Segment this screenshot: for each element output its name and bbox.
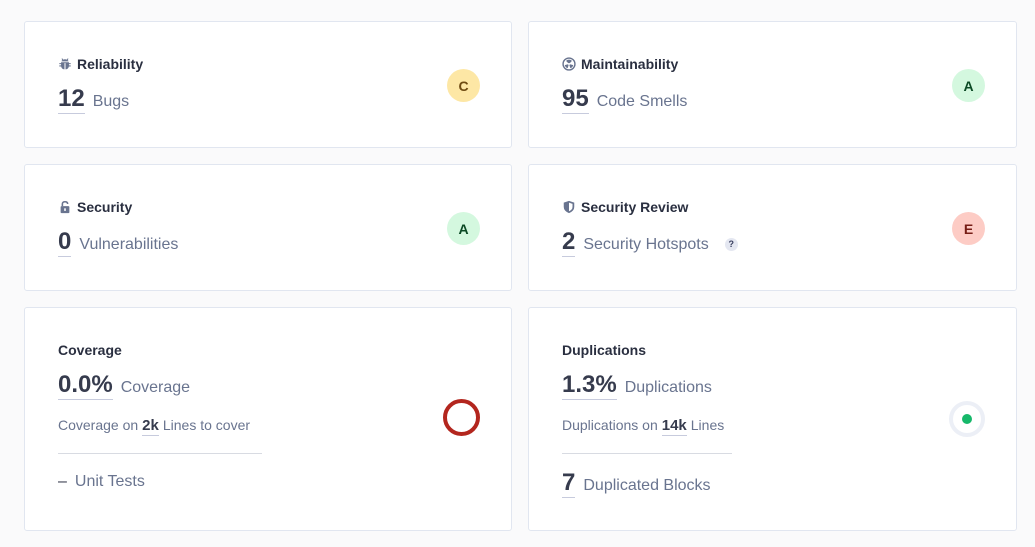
security-rating-badge[interactable]: A bbox=[447, 212, 480, 245]
security-metric: 0 Vulnerabilities bbox=[58, 229, 178, 259]
vulnerabilities-label: Vulnerabilities bbox=[79, 236, 179, 253]
duplications-indicator-dot bbox=[962, 414, 972, 424]
code-smells-count-link[interactable]: 95 bbox=[562, 86, 589, 114]
lock-icon bbox=[58, 200, 72, 214]
duplicated-blocks-count-link[interactable]: 7 bbox=[562, 470, 576, 498]
help-icon[interactable]: ? bbox=[724, 237, 738, 251]
duplications-title: Duplications bbox=[562, 342, 647, 358]
bugs-label: Bugs bbox=[92, 93, 130, 110]
reliability-rating-badge[interactable]: C bbox=[447, 69, 480, 102]
maintainability-title: Maintainability bbox=[562, 56, 678, 72]
coverage-percent-link[interactable]: 0.0% bbox=[58, 372, 113, 400]
shield-icon bbox=[562, 200, 576, 214]
security-review-metric: 2 Security Hotspots ? bbox=[562, 229, 738, 259]
duplications-label: Duplications bbox=[624, 379, 712, 396]
coverage-card: Coverage 0.0% Coverage Coverage on 2k Li… bbox=[24, 307, 512, 531]
security-review-card: Security Review 2 Security Hotspots ? E bbox=[528, 164, 1017, 291]
coverage-lines: Coverage on 2k Lines to cover bbox=[58, 417, 251, 436]
bugs-count-link[interactable]: 12 bbox=[58, 86, 85, 114]
unit-tests: – Unit Tests bbox=[58, 473, 145, 490]
coverage-title: Coverage bbox=[58, 342, 122, 358]
duplications-indicator-icon bbox=[949, 401, 985, 437]
duplications-lines: Duplications on 14k Lines bbox=[562, 417, 725, 436]
bug-icon bbox=[58, 57, 72, 71]
security-card: Security 0 Vulnerabilities A bbox=[24, 164, 512, 291]
duplications-card: Duplications 1.3% Duplications Duplicati… bbox=[528, 307, 1017, 531]
maintainability-rating-badge[interactable]: A bbox=[952, 69, 985, 102]
reliability-title: Reliability bbox=[58, 56, 143, 72]
divider bbox=[58, 453, 262, 454]
reliability-metric: 12 Bugs bbox=[58, 86, 129, 116]
coverage-metric: 0.0% Coverage bbox=[58, 372, 190, 402]
coverage-indicator-icon bbox=[443, 399, 480, 436]
lines-link[interactable]: 14k bbox=[661, 417, 687, 436]
security-title: Security bbox=[58, 199, 132, 215]
maintainability-metric: 95 Code Smells bbox=[562, 86, 687, 116]
security-review-title: Security Review bbox=[562, 199, 688, 215]
security-review-rating-badge[interactable]: E bbox=[952, 212, 985, 245]
code-smell-icon bbox=[562, 57, 576, 71]
duplications-metric: 1.3% Duplications bbox=[562, 372, 712, 402]
vulnerabilities-count-link[interactable]: 0 bbox=[58, 229, 72, 257]
duplications-percent-link[interactable]: 1.3% bbox=[562, 372, 617, 400]
duplicated-blocks-metric: 7 Duplicated Blocks bbox=[562, 470, 711, 498]
maintainability-card: Maintainability 95 Code Smells A bbox=[528, 21, 1017, 148]
security-hotspots-label: Security Hotspots bbox=[583, 236, 709, 253]
coverage-label: Coverage bbox=[120, 379, 191, 396]
reliability-card: Reliability 12 Bugs C bbox=[24, 21, 512, 148]
security-hotspots-count-link[interactable]: 2 bbox=[562, 229, 576, 257]
divider bbox=[562, 453, 732, 454]
lines-to-cover-link[interactable]: 2k bbox=[142, 417, 159, 436]
duplicated-blocks-label: Duplicated Blocks bbox=[583, 477, 711, 494]
code-smells-label: Code Smells bbox=[596, 93, 688, 110]
